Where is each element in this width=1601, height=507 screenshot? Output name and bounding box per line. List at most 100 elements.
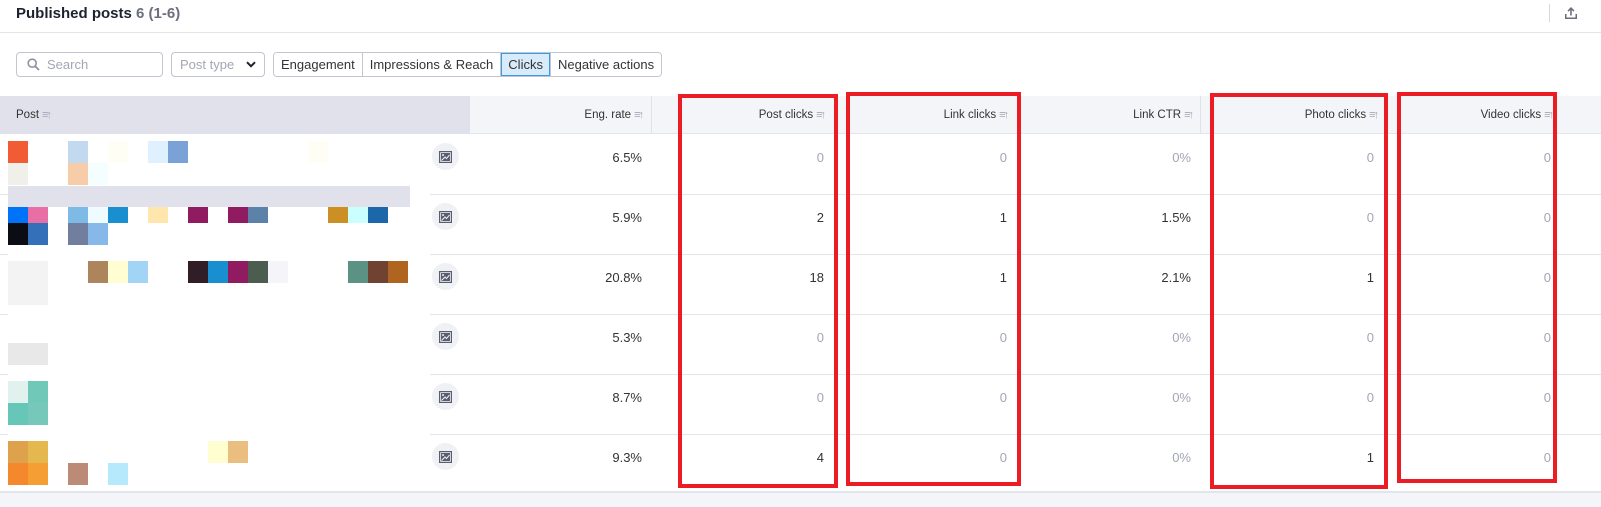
cell-video-clicks: 0 <box>1543 329 1551 345</box>
sort-icon[interactable]: ≡↑ <box>1369 109 1379 121</box>
column-separator <box>1200 96 1201 134</box>
table-row[interactable]: 9.3% 4 0 0% 1 0 <box>0 435 1601 495</box>
cell-post-clicks: 2 <box>816 209 824 225</box>
thumbnail-block <box>28 381 48 403</box>
export-button[interactable] <box>1560 2 1582 24</box>
cell-link-clicks: 1 <box>999 209 1007 225</box>
thumbnail-block <box>8 403 28 425</box>
column-header-link-clicks[interactable]: Link clicks ≡↑ <box>835 96 1009 134</box>
cell-eng-rate: 5.9% <box>612 209 642 225</box>
table-row[interactable]: 5.3% 0 0 0% 0 0 <box>0 315 1601 375</box>
cell-post-clicks: 0 <box>816 329 824 345</box>
cell-video-clicks: 0 <box>1543 269 1551 285</box>
search-input[interactable] <box>47 57 147 72</box>
thumbnail-block <box>88 223 108 245</box>
cell-video-clicks: 0 <box>1543 209 1551 225</box>
thumbnail-block <box>188 261 208 283</box>
post-type-dropdown[interactable]: Post type <box>171 52 265 77</box>
image-icon <box>432 323 459 350</box>
tab-engagement[interactable]: Engagement <box>274 53 363 76</box>
cell-photo-clicks: 1 <box>1366 269 1374 285</box>
cell-link-clicks: 0 <box>999 389 1007 405</box>
thumbnail-block <box>108 141 128 163</box>
image-icon <box>432 263 459 290</box>
thumbnail-block <box>128 261 148 283</box>
thumbnail-block <box>148 141 168 163</box>
thumbnail-block <box>68 463 88 485</box>
export-upload-icon <box>1565 7 1577 19</box>
cell-post-clicks: 0 <box>816 149 824 165</box>
column-header-post[interactable]: Post ≡↑ <box>0 96 470 134</box>
thumbnail-block <box>8 463 28 485</box>
sort-icon[interactable]: ≡↑ <box>634 109 644 121</box>
chevron-down-icon <box>246 61 256 68</box>
thumbnail-block <box>108 261 128 283</box>
thumbnail-block <box>348 261 368 283</box>
thumbnail-block <box>208 441 228 463</box>
cell-eng-rate: 20.8% <box>605 269 642 285</box>
thumbnail-block <box>8 381 28 403</box>
image-icon <box>432 443 459 470</box>
cell-eng-rate: 9.3% <box>612 449 642 465</box>
table-footer-strip <box>0 493 1601 507</box>
header-divider <box>1549 4 1550 22</box>
cell-link-ctr: 0% <box>1172 149 1191 165</box>
thumbnail-block <box>28 403 48 425</box>
cell-eng-rate: 5.3% <box>612 329 642 345</box>
cell-photo-clicks: 0 <box>1366 149 1374 165</box>
cell-photo-clicks: 1 <box>1366 449 1374 465</box>
image-icon <box>432 143 459 170</box>
cell-video-clicks: 0 <box>1543 149 1551 165</box>
thumbnail-block <box>68 163 88 185</box>
thumbnail-block <box>28 283 48 305</box>
thumbnail-block <box>108 463 128 485</box>
post-type-label: Post type <box>180 57 235 72</box>
cell-eng-rate: 8.7% <box>612 389 642 405</box>
table-row[interactable]: 8.7% 0 0 0% 0 0 <box>0 375 1601 435</box>
tab-clicks[interactable]: Clicks <box>501 53 551 76</box>
thumbnail-block <box>208 261 228 283</box>
cell-link-clicks: 1 <box>999 269 1007 285</box>
thumbnail-block <box>228 441 248 463</box>
sort-icon[interactable]: ≡↑ <box>999 109 1009 121</box>
cell-video-clicks: 0 <box>1543 449 1551 465</box>
metric-tabs: Engagement Impressions & Reach Clicks Ne… <box>273 52 663 77</box>
image-icon <box>432 203 459 230</box>
sort-icon[interactable]: ≡↑ <box>1544 109 1554 121</box>
page-title: Published posts 6 (1-6) <box>16 5 180 22</box>
sort-icon[interactable]: ≡↑ <box>1184 109 1194 121</box>
thumbnail-block <box>68 141 88 163</box>
sort-icon[interactable]: ≡↑ <box>42 109 52 121</box>
cell-link-ctr: 0% <box>1172 329 1191 345</box>
cell-post-clicks: 0 <box>816 389 824 405</box>
sort-icon[interactable]: ≡↑ <box>816 109 826 121</box>
cell-link-ctr: 1.5% <box>1161 209 1191 225</box>
thumbnail-block <box>8 141 28 163</box>
column-header-post-clicks[interactable]: Post clicks ≡↑ <box>652 96 826 134</box>
thumbnail-block <box>28 463 48 485</box>
thumbnail-block <box>8 261 28 283</box>
tab-negative-actions[interactable]: Negative actions <box>550 53 662 76</box>
search-box[interactable] <box>16 52 163 77</box>
column-header-eng-rate[interactable]: Eng. rate ≡↑ <box>470 96 644 134</box>
column-header-video-clicks[interactable]: Video clicks ≡↑ <box>1385 96 1554 134</box>
thumbnail-block <box>388 261 408 283</box>
thumbnail-block <box>8 283 28 305</box>
thumbnail-block <box>368 261 388 283</box>
cell-link-ctr: 0% <box>1172 449 1191 465</box>
table-row[interactable]: 20.8% 18 1 2.1% 1 0 <box>0 255 1601 315</box>
thumbnail-block <box>228 261 248 283</box>
column-header-link-ctr[interactable]: Link CTR ≡↑ <box>1020 96 1194 134</box>
tab-impressions-reach[interactable]: Impressions & Reach <box>362 53 502 76</box>
thumbnail-block <box>68 223 88 245</box>
cell-photo-clicks: 0 <box>1366 209 1374 225</box>
page-header: Published posts 6 (1-6) <box>0 0 1601 33</box>
cell-link-ctr: 0% <box>1172 389 1191 405</box>
cell-eng-rate: 6.5% <box>612 149 642 165</box>
thumbnail-block <box>8 441 28 463</box>
cell-link-clicks: 0 <box>999 329 1007 345</box>
thumbnail-block <box>28 343 48 365</box>
thumbnail-block <box>28 261 48 283</box>
thumbnail-block <box>8 223 28 245</box>
column-header-photo-clicks[interactable]: Photo clicks ≡↑ <box>1205 96 1379 134</box>
